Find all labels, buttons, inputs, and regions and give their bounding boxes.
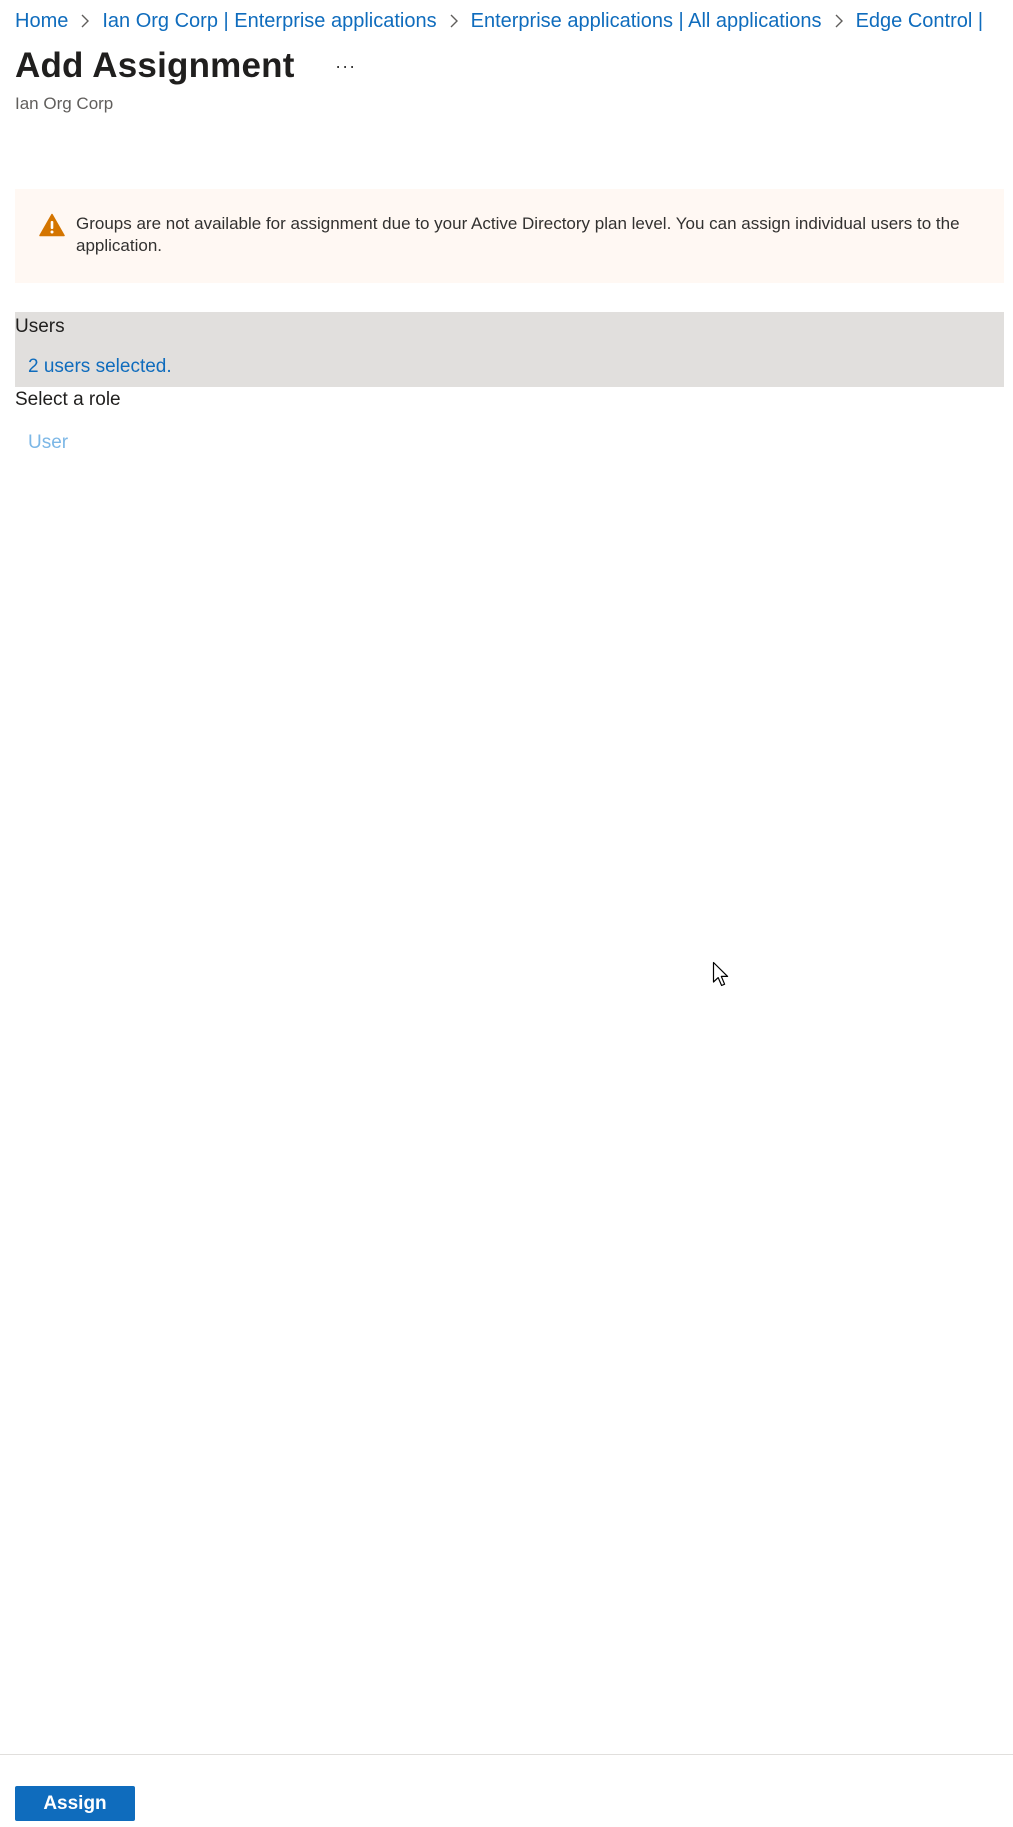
role-selected-value[interactable]: User — [28, 432, 68, 454]
breadcrumb-all-applications[interactable]: Enterprise applications | All applicatio… — [471, 10, 822, 33]
add-assignment-page: Home Ian Org Corp | Enterprise applicati… — [0, 0, 1013, 1827]
warning-banner: Groups are not available for assignment … — [15, 189, 1004, 283]
breadcrumb-home[interactable]: Home — [15, 10, 68, 33]
breadcrumb: Home Ian Org Corp | Enterprise applicati… — [15, 6, 1013, 36]
footer-divider — [0, 1754, 1013, 1755]
page-subtitle: Ian Org Corp — [15, 94, 114, 113]
users-label: Users — [15, 316, 65, 337]
users-selected-link[interactable]: 2 users selected. — [28, 356, 172, 378]
warning-triangle-icon — [39, 213, 65, 237]
breadcrumb-edge-control[interactable]: Edge Control | — [856, 10, 984, 33]
more-options-button[interactable]: ··· — [331, 51, 361, 81]
users-selector[interactable]: Users 2 users selected. — [15, 312, 1004, 387]
title-row: Add Assignment ··· — [15, 46, 361, 86]
chevron-right-icon — [68, 9, 102, 33]
chevron-right-icon — [437, 9, 471, 33]
role-selector[interactable]: Select a role User — [15, 389, 1004, 464]
chevron-right-icon — [822, 9, 856, 33]
page-title: Add Assignment — [15, 46, 295, 85]
warning-message: Groups are not available for assignment … — [76, 214, 960, 255]
assign-button[interactable]: Assign — [15, 1786, 135, 1821]
role-label: Select a role — [15, 389, 121, 410]
breadcrumb-enterprise-applications[interactable]: Ian Org Corp | Enterprise applications — [102, 10, 436, 33]
mouse-pointer-icon — [712, 961, 732, 989]
